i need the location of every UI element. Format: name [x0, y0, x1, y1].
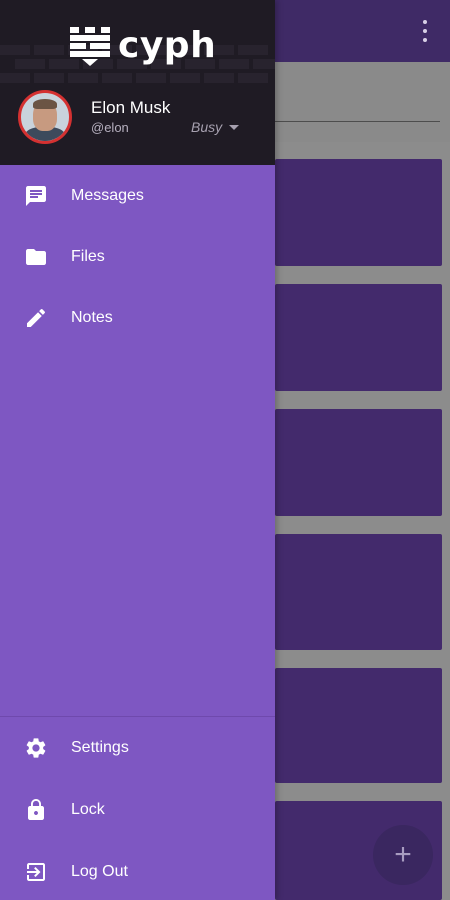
plus-icon: +	[394, 838, 412, 871]
pencil-icon	[27, 308, 46, 327]
message-icon	[26, 186, 46, 206]
list-card[interactable]	[275, 159, 442, 266]
nav-label: Files	[71, 248, 105, 265]
nav-item-lock[interactable]: Lock	[0, 780, 275, 840]
add-fab-button[interactable]: +	[373, 825, 433, 885]
nav-item-logout[interactable]: Log Out	[0, 842, 275, 900]
nav-item-settings[interactable]: Settings	[0, 718, 275, 778]
list-card[interactable]	[275, 668, 442, 783]
nav-item-messages[interactable]: Messages	[0, 166, 275, 226]
caret-down-icon	[229, 124, 240, 130]
nav-label: Lock	[71, 801, 105, 818]
drawer-header: cyph Elon Musk @elon Busy	[0, 0, 275, 165]
search-underline	[275, 121, 440, 122]
drawer-divider	[0, 716, 275, 717]
nav-label: Messages	[71, 187, 144, 204]
nav-label: Settings	[71, 739, 129, 756]
list-card[interactable]	[275, 284, 442, 391]
user-handle: @elon	[91, 120, 129, 135]
avatar[interactable]	[18, 90, 72, 144]
list-card[interactable]	[275, 409, 442, 516]
folder-icon	[26, 249, 46, 265]
list-card[interactable]	[275, 534, 442, 650]
user-name: Elon Musk	[91, 98, 171, 117]
nav-item-files[interactable]: Files	[0, 227, 275, 287]
status-label: Busy	[191, 119, 223, 135]
nav-label: Notes	[71, 309, 113, 326]
castle-logo-icon	[70, 27, 110, 66]
brand-name: cyph	[118, 25, 217, 66]
lock-icon	[28, 799, 44, 820]
more-options-icon[interactable]	[422, 20, 428, 42]
gear-icon	[26, 738, 46, 758]
app-logo: cyph	[68, 24, 216, 68]
status-dropdown[interactable]: Busy	[191, 119, 240, 135]
navigation-drawer: cyph Elon Musk @elon Busy Messages Files…	[0, 0, 275, 900]
logout-icon	[27, 863, 45, 881]
nav-label: Log Out	[71, 863, 128, 880]
nav-item-notes[interactable]: Notes	[0, 288, 275, 348]
